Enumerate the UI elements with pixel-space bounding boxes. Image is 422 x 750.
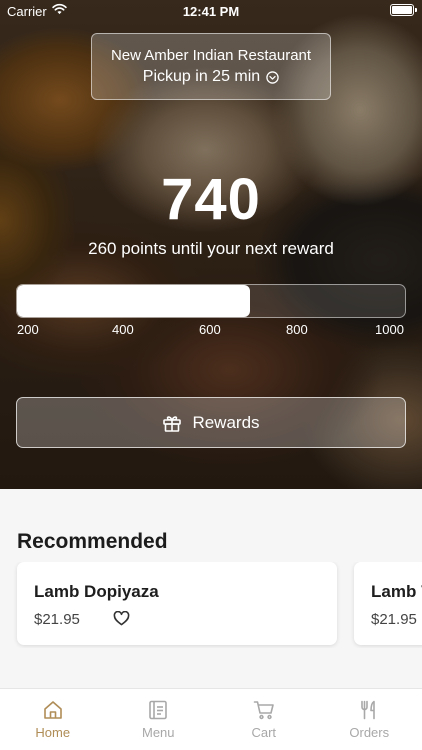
menu-icon — [149, 700, 168, 720]
heart-icon[interactable] — [113, 611, 130, 626]
recommended-carousel[interactable]: Lamb Dopiyaza $21.95 Lamb V $21.95 — [0, 562, 422, 648]
points-progress-bar — [16, 284, 406, 318]
section-title-recommended: Recommended — [17, 530, 168, 553]
rewards-button-label: Rewards — [192, 412, 260, 432]
rewards-button[interactable]: Rewards — [16, 397, 406, 448]
recommended-item-card[interactable]: Lamb Dopiyaza $21.95 — [17, 562, 337, 645]
progress-tick: 400 — [112, 322, 134, 337]
store-selector[interactable]: New Amber Indian Restaurant Pickup in 25… — [91, 33, 331, 100]
progress-tick: 800 — [286, 322, 308, 337]
progress-tick: 1000 — [375, 322, 404, 337]
progress-tick: 600 — [199, 322, 221, 337]
points-progress-fill — [17, 285, 250, 317]
tab-cart[interactable]: Cart — [211, 689, 317, 750]
fork-knife-icon — [361, 700, 376, 720]
item-price: $21.95 — [34, 611, 80, 628]
tab-bar: Home Menu Cart Orders — [0, 688, 422, 750]
status-time: 12:41 PM — [182, 4, 240, 19]
progress-scale: 200 400 600 800 1000 — [0, 322, 422, 338]
home-icon — [43, 701, 62, 719]
item-name: Lamb Dopiyaza — [34, 582, 159, 601]
chevron-down-circle-icon — [266, 70, 279, 84]
gift-icon — [163, 415, 182, 432]
tab-menu[interactable]: Menu — [106, 689, 212, 750]
points-balance: 740 — [161, 167, 261, 232]
tab-label: Menu — [141, 725, 175, 740]
pickup-time: Pickup in 25 min — [143, 68, 279, 86]
pickup-label: Pickup in 25 min — [142, 68, 261, 85]
status-bar: Carrier 12:41 PM — [0, 0, 422, 22]
tab-orders[interactable]: Orders — [317, 689, 422, 750]
cart-icon — [253, 701, 274, 720]
tab-label: Home — [35, 725, 71, 740]
item-name: Lamb V — [371, 582, 422, 601]
battery-icon — [390, 4, 417, 16]
progress-tick: 200 — [17, 322, 39, 337]
item-price: $21.95 — [371, 611, 417, 628]
points-until-reward: 260 points until your next reward — [88, 239, 334, 258]
recommended-item-card[interactable]: Lamb V $21.95 — [354, 562, 422, 645]
tab-label: Cart — [251, 725, 277, 740]
tab-home[interactable]: Home — [0, 689, 106, 750]
store-name: New Amber Indian Restaurant — [110, 47, 312, 64]
tab-label: Orders — [349, 725, 390, 740]
